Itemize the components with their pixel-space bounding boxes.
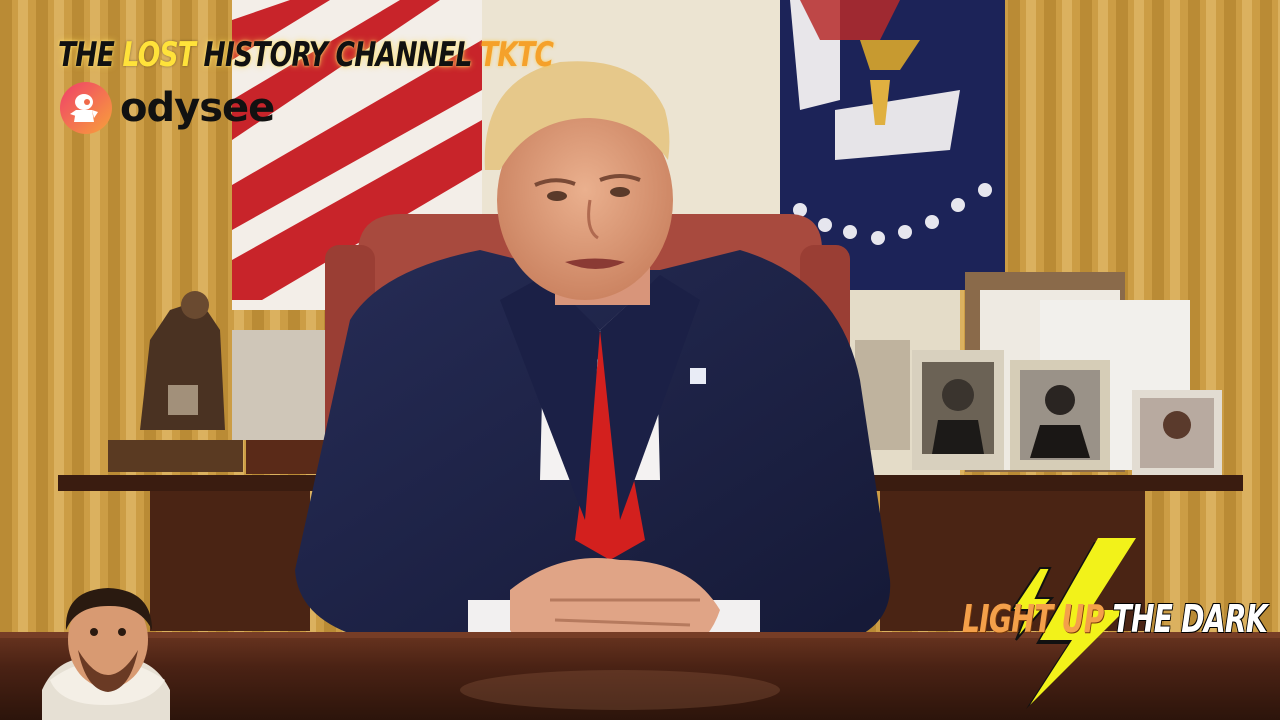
title-word-history-channel: HISTORY CHANNEL [195, 35, 481, 75]
left-photo-frames [232, 330, 332, 440]
title-word-tktc: TKTC [480, 35, 554, 75]
title-word-lost: LOST [122, 35, 196, 75]
tagline-the-dark: THE DARK [1103, 597, 1268, 641]
tagline-light-up-the-dark: LIGHT UP THE DARK [962, 597, 1268, 641]
odysee-brand: odysee [58, 80, 275, 136]
tagline-light-up: LIGHT UP [962, 597, 1104, 641]
title-word-the: THE [58, 35, 123, 75]
odysee-astronaut-logo-icon [60, 82, 112, 134]
channel-title: THE LOST HISTORY CHANNEL TKTC [58, 35, 554, 75]
odysee-wordmark: odysee [120, 85, 275, 131]
photo-frames-right [845, 272, 1222, 475]
